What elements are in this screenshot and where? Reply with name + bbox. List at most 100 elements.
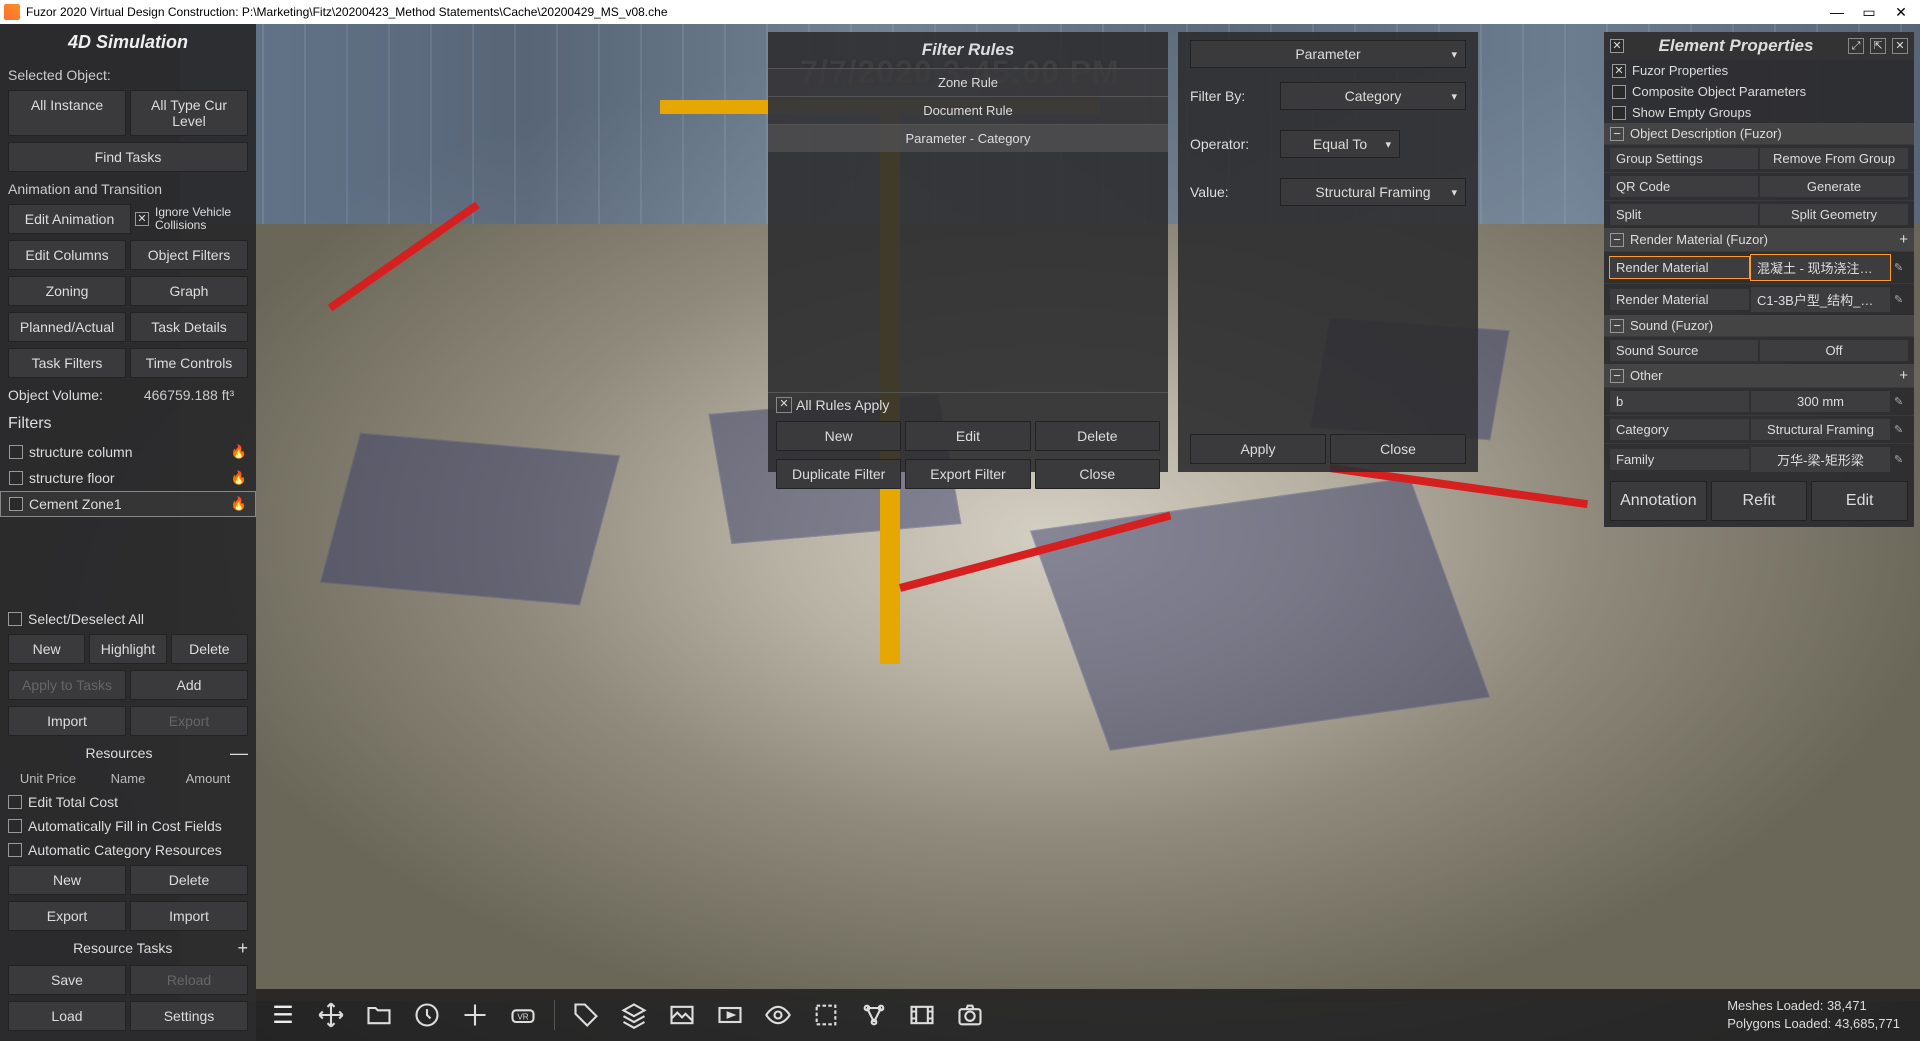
minimize-button[interactable]: — <box>1830 5 1844 19</box>
film-icon[interactable] <box>905 998 939 1032</box>
render-material-2-value[interactable]: C1-3B户型_结构_钢筋混凝土 <box>1751 287 1890 312</box>
props-edit-button[interactable]: Edit <box>1811 481 1908 521</box>
highlight-button[interactable]: Highlight <box>89 634 166 664</box>
param-apply-button[interactable]: Apply <box>1190 434 1326 464</box>
load-button[interactable]: Load <box>8 1001 126 1031</box>
col-amount[interactable]: Amount <box>168 771 248 786</box>
zone-rule-tab[interactable]: Zone Rule <box>768 68 1168 96</box>
category-value[interactable]: Structural Framing <box>1751 419 1890 440</box>
collapse-icon[interactable]: — <box>230 747 248 759</box>
props-toggle-checkbox[interactable] <box>1610 39 1624 53</box>
group-object-description[interactable]: − Object Description (Fuzor) <box>1604 123 1914 144</box>
col-name[interactable]: Name <box>88 771 168 786</box>
apply-to-tasks-button[interactable]: Apply to Tasks <box>8 670 126 700</box>
fr-duplicate-button[interactable]: Duplicate Filter <box>776 459 901 489</box>
group-sound[interactable]: − Sound (Fuzor) <box>1604 315 1914 336</box>
collapse-icon[interactable]: − <box>1610 127 1624 141</box>
generate-qr-button[interactable]: Generate <box>1760 176 1908 197</box>
composite-checkbox[interactable] <box>1612 85 1626 99</box>
graph-button[interactable]: Graph <box>130 276 248 306</box>
image-icon[interactable] <box>665 998 699 1032</box>
edit-icon[interactable]: ✎ <box>1894 293 1908 306</box>
object-filters-button[interactable]: Object Filters <box>130 240 248 270</box>
remove-from-group-button[interactable]: Remove From Group <box>1760 148 1908 169</box>
filter-by-dropdown[interactable]: Category <box>1280 82 1466 110</box>
edit-total-cost-checkbox[interactable] <box>8 795 22 809</box>
add-button[interactable]: Add <box>130 670 248 700</box>
layers-icon[interactable] <box>617 998 651 1032</box>
filter-checkbox[interactable] <box>9 497 23 511</box>
show-empty-checkbox[interactable] <box>1612 106 1626 120</box>
fuzor-props-checkbox[interactable] <box>1612 64 1626 78</box>
pan-icon[interactable] <box>458 998 492 1032</box>
sound-source-value[interactable]: Off <box>1760 340 1908 361</box>
collapse-icon[interactable]: − <box>1610 233 1624 247</box>
edit-animation-button[interactable]: Edit Animation <box>8 204 131 234</box>
folder-icon[interactable] <box>362 998 396 1032</box>
camera-icon[interactable] <box>953 998 987 1032</box>
selection-icon[interactable] <box>809 998 843 1032</box>
visibility-icon[interactable] <box>761 998 795 1032</box>
expand-icon[interactable]: + <box>237 942 248 954</box>
group-other[interactable]: − Other + <box>1604 364 1914 387</box>
collapse-icon[interactable]: − <box>1610 319 1624 333</box>
video-icon[interactable] <box>713 998 747 1032</box>
pin-icon[interactable]: ⤢ <box>1848 38 1864 54</box>
auto-fill-checkbox[interactable] <box>8 819 22 833</box>
render-material-1-value[interactable]: 混凝土 - 现场浇注混凝土 <box>1751 255 1890 280</box>
edit-icon[interactable]: ✎ <box>1894 423 1908 436</box>
add-icon[interactable]: + <box>1899 367 1908 384</box>
new-filter-button[interactable]: New <box>8 634 85 664</box>
settings-button[interactable]: Settings <box>130 1001 248 1031</box>
value-dropdown[interactable]: Structural Framing <box>1280 178 1466 206</box>
vr-icon[interactable]: VR <box>506 998 540 1032</box>
resource-new-button[interactable]: New <box>8 865 126 895</box>
reload-button[interactable]: Reload <box>130 965 248 995</box>
time-controls-button[interactable]: Time Controls <box>130 348 248 378</box>
auto-category-checkbox[interactable] <box>8 843 22 857</box>
resource-import-button[interactable]: Import <box>130 901 248 931</box>
filter-checkbox[interactable] <box>9 471 23 485</box>
parameter-category-tab[interactable]: Parameter - Category <box>768 124 1168 152</box>
import-button[interactable]: Import <box>8 706 126 736</box>
fr-new-button[interactable]: New <box>776 421 901 451</box>
props-close-icon[interactable]: ✕ <box>1892 38 1908 54</box>
task-details-button[interactable]: Task Details <box>130 312 248 342</box>
b-value[interactable]: 300 mm <box>1751 391 1890 412</box>
tag-icon[interactable] <box>569 998 603 1032</box>
col-unit-price[interactable]: Unit Price <box>8 771 88 786</box>
zoning-button[interactable]: Zoning <box>8 276 126 306</box>
fr-close-button[interactable]: Close <box>1035 459 1160 489</box>
task-filters-button[interactable]: Task Filters <box>8 348 126 378</box>
add-icon[interactable]: + <box>1899 231 1908 248</box>
filter-checkbox[interactable] <box>9 445 23 459</box>
edit-icon[interactable]: ✎ <box>1894 395 1908 408</box>
fr-delete-button[interactable]: Delete <box>1035 421 1160 451</box>
find-tasks-button[interactable]: Find Tasks <box>8 142 248 172</box>
close-small-button[interactable]: ✕ <box>776 397 792 413</box>
filter-item-structure-floor[interactable]: structure floor 🔥 <box>0 465 256 491</box>
delete-filter-button[interactable]: Delete <box>171 634 248 664</box>
filter-item-cement-zone1[interactable]: Cement Zone1 🔥 <box>0 491 256 517</box>
select-all-checkbox[interactable] <box>8 612 22 626</box>
ignore-vehicle-checkbox[interactable] <box>135 212 149 226</box>
fr-export-button[interactable]: Export Filter <box>905 459 1030 489</box>
edit-columns-button[interactable]: Edit Columns <box>8 240 126 270</box>
group-render-material[interactable]: − Render Material (Fuzor) + <box>1604 228 1914 251</box>
edit-icon[interactable]: ✎ <box>1894 453 1908 466</box>
fr-edit-button[interactable]: Edit <box>905 421 1030 451</box>
resource-export-button[interactable]: Export <box>8 901 126 931</box>
collapse-icon[interactable]: − <box>1610 369 1624 383</box>
param-close-button[interactable]: Close <box>1330 434 1466 464</box>
edit-icon[interactable]: ✎ <box>1894 261 1908 274</box>
menu-icon[interactable]: ☰ <box>266 998 300 1032</box>
move-icon[interactable] <box>314 998 348 1032</box>
family-value[interactable]: 万华-梁-矩形梁 <box>1751 447 1890 472</box>
unpin-icon[interactable]: ⇱ <box>1870 38 1886 54</box>
all-type-cur-level-button[interactable]: All Type Cur Level <box>130 90 248 136</box>
document-rule-tab[interactable]: Document Rule <box>768 96 1168 124</box>
close-button[interactable]: ✕ <box>1894 5 1908 19</box>
all-instance-button[interactable]: All Instance <box>8 90 126 136</box>
graph-icon[interactable] <box>857 998 891 1032</box>
annotation-button[interactable]: Annotation <box>1610 481 1707 521</box>
